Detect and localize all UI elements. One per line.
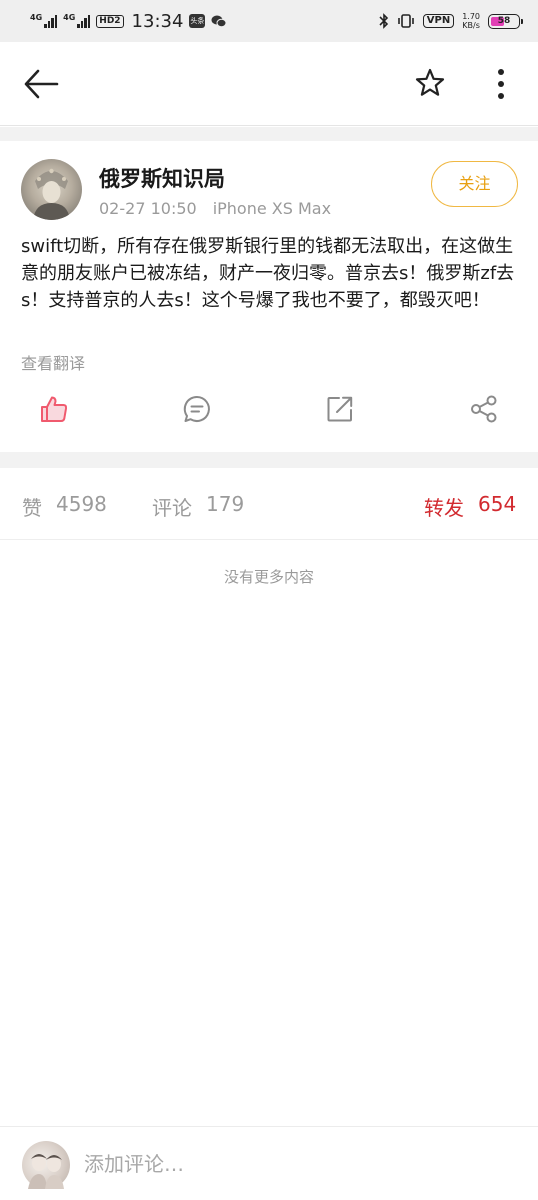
author-avatar[interactable] <box>21 159 82 220</box>
comments-label: 评论 <box>152 496 192 520</box>
network-speed: 1.70 KB/s <box>462 12 480 30</box>
user-avatar-image <box>28 1154 64 1189</box>
add-comment-input[interactable] <box>84 1149 504 1179</box>
signal-strength-icon: 4G <box>30 13 58 28</box>
post-body: swift切断，所有存在俄罗斯银行里的钱都无法取出，在这做生意的朋友账户已被冻结… <box>21 236 515 311</box>
network-type-label: 4G <box>30 13 43 22</box>
reposts-label: 转发 <box>424 496 464 520</box>
nav-bar <box>0 42 538 126</box>
post-date: 02-27 10:50 <box>99 199 197 218</box>
comments-count: 179 <box>206 492 245 516</box>
status-bar: 4G 4G HD2 13:34 头条 VPN 1.70 KB/s 58 <box>0 0 538 42</box>
reposts-count: 654 <box>478 492 517 516</box>
comments-stat[interactable]: 评论 179 <box>152 492 244 521</box>
battery-icon: 58 <box>488 13 523 29</box>
avatar-image <box>33 168 70 220</box>
clock: 13:34 <box>131 10 184 32</box>
translate-link[interactable]: 查看翻译 <box>21 350 85 374</box>
post-card: 俄罗斯知识局 02-27 10:50 iPhone XS Max 关注 swif… <box>0 141 538 452</box>
hd-voice-icon: HD2 <box>96 14 124 28</box>
author-name[interactable]: 俄罗斯知识局 <box>99 163 225 193</box>
post-meta: 02-27 10:50 iPhone XS Max <box>99 199 331 218</box>
likes-count: 4598 <box>56 492 107 516</box>
like-icon[interactable] <box>39 394 69 424</box>
network-speed-unit: KB/s <box>462 21 480 30</box>
comment-bar <box>0 1126 538 1200</box>
share-icon[interactable] <box>469 394 499 424</box>
reposts-stat[interactable]: 转发 654 <box>424 492 516 521</box>
battery-percent: 58 <box>497 16 511 26</box>
vpn-badge: VPN <box>422 14 455 28</box>
user-avatar[interactable] <box>22 1141 70 1189</box>
follow-button[interactable]: 关注 <box>431 161 518 207</box>
toutiao-app-icon: 头条 <box>189 14 206 28</box>
likes-stat[interactable]: 赞 4598 <box>22 492 107 521</box>
section-divider <box>0 127 538 141</box>
back-arrow-icon[interactable] <box>22 66 60 102</box>
network-type-label: 4G <box>63 13 76 22</box>
end-of-content-text: 没有更多内容 <box>223 568 314 586</box>
section-divider <box>0 452 538 468</box>
vibrate-icon <box>397 14 414 28</box>
repost-icon[interactable] <box>325 394 355 424</box>
signal-strength-icon: 4G <box>63 13 91 28</box>
wechat-icon <box>211 15 227 28</box>
post-device: iPhone XS Max <box>212 199 332 218</box>
comment-icon[interactable] <box>182 394 212 424</box>
star-outline-icon[interactable] <box>414 67 446 99</box>
network-speed-value: 1.70 <box>462 12 480 21</box>
bluetooth-icon <box>379 13 388 29</box>
likes-label: 赞 <box>22 496 42 520</box>
more-vertical-icon[interactable] <box>490 66 512 102</box>
engagement-stats: 赞 4598 评论 179 转发 654 <box>0 468 538 540</box>
